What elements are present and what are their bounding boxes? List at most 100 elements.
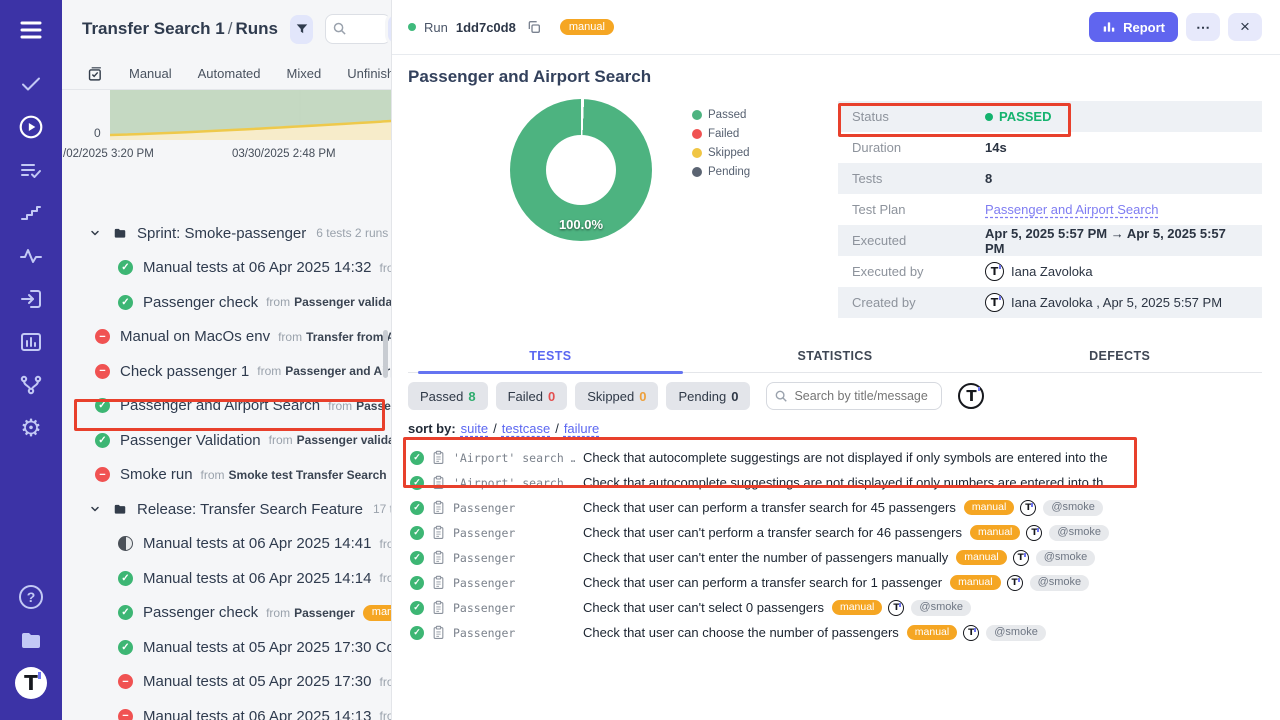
filter-skipped-button[interactable]: Skipped0 bbox=[575, 382, 658, 410]
test-title: Check that autocomplete suggestings are … bbox=[583, 450, 1108, 465]
test-assignee-avatar: T bbox=[1026, 525, 1042, 541]
test-row[interactable]: ✓PassengerCheck that user can choose the… bbox=[408, 620, 1262, 645]
test-manual-badge: manual bbox=[956, 550, 1006, 566]
test-row[interactable]: ✓PassengerCheck that user can't select 0… bbox=[408, 595, 1262, 620]
legend-dot bbox=[692, 148, 702, 158]
import-icon[interactable] bbox=[14, 281, 48, 317]
filter-button[interactable] bbox=[290, 15, 313, 44]
testcase-icon bbox=[432, 550, 445, 565]
passed-status-icon: ✓ bbox=[118, 295, 133, 310]
run-from-word: from bbox=[328, 399, 352, 413]
more-actions-button[interactable]: ⋯ bbox=[1186, 13, 1220, 41]
sort-link-testcase[interactable]: testcase bbox=[502, 421, 550, 436]
select-runs-icon[interactable] bbox=[86, 65, 103, 82]
run-source-suite: Passenger and Airport Searc bbox=[285, 364, 391, 378]
chevron-down-icon[interactable] bbox=[89, 227, 101, 239]
tree-folder-row[interactable]: Sprint: Smoke-passenger6 tests 2 runs bbox=[62, 216, 391, 251]
testcase-icon bbox=[432, 625, 445, 640]
test-plan-link[interactable]: Passenger and Airport Search bbox=[985, 202, 1158, 217]
branch-icon[interactable] bbox=[14, 367, 48, 403]
testomat-logo[interactable]: T bbox=[15, 667, 47, 699]
tree-run-row[interactable]: −Manual tests at 06 Apr 2025 14:13from bbox=[62, 699, 391, 720]
status-dot bbox=[985, 113, 993, 121]
test-row[interactable]: ✓'Airport' search …Check that autocomple… bbox=[408, 470, 1262, 495]
chevron-down-icon[interactable] bbox=[89, 503, 101, 515]
tests-search-input[interactable] bbox=[766, 382, 942, 410]
tree-folder-row[interactable]: Release: Transfer Search Feature17 tests… bbox=[62, 492, 391, 527]
tree-run-row[interactable]: ✓Manual tests at 06 Apr 2025 14:14fromPa… bbox=[62, 561, 391, 596]
test-suite-name: Passenger bbox=[453, 601, 575, 615]
run-body: Passenger and Airport Search 100.0% Pass… bbox=[392, 55, 1280, 720]
close-run-button[interactable]: × bbox=[1228, 13, 1262, 41]
testomat-logo[interactable]: T bbox=[14, 665, 48, 701]
test-row[interactable]: ✓PassengerCheck that user can perform a … bbox=[408, 570, 1262, 595]
assignee-avatar-button[interactable]: T bbox=[958, 383, 984, 409]
tree-run-row[interactable]: −Check passenger 1fromPassenger and Airp… bbox=[62, 354, 391, 389]
tab-tests[interactable]: TESTS bbox=[408, 342, 693, 372]
test-manual-badge: manual bbox=[832, 600, 882, 616]
analytics-icon[interactable] bbox=[14, 324, 48, 360]
run-source-suite: Transfer from Aiport bbox=[306, 330, 391, 344]
help-icon[interactable]: ? bbox=[14, 579, 48, 615]
tree-run-row[interactable]: −Manual tests at 05 Apr 2025 17:30fromTr… bbox=[62, 665, 391, 700]
report-button[interactable]: Report bbox=[1089, 12, 1178, 42]
results-list-icon[interactable] bbox=[14, 152, 48, 188]
filter-failed-button[interactable]: Failed0 bbox=[496, 382, 568, 410]
test-row[interactable]: ✓PassengerCheck that user can't perform … bbox=[408, 520, 1262, 545]
activity-pulse-icon[interactable] bbox=[14, 238, 48, 274]
chart-x-labels: /02/2025 3:20 PM 03/30/2025 2:48 PM bbox=[62, 146, 391, 164]
test-row[interactable]: ✓PassengerCheck that user can perform a … bbox=[408, 495, 1262, 520]
test-tag-smoke: @smoke bbox=[1030, 575, 1090, 591]
test-row[interactable]: ✓PassengerCheck that user can't enter th… bbox=[408, 545, 1262, 570]
runs-tab-automated[interactable]: Automated bbox=[198, 66, 261, 81]
chart-y-zero-label: 0 bbox=[94, 126, 101, 140]
tree-run-row[interactable]: −Smoke runfromSmoke test Transfer Search… bbox=[62, 458, 391, 493]
tree-run-row[interactable]: ✓Manual tests at 06 Apr 2025 14:32fromPa… bbox=[62, 251, 391, 286]
tab-defects[interactable]: DEFECTS bbox=[977, 342, 1262, 372]
tree-run-row[interactable]: ✓Passenger checkfromPassengermanual6 bbox=[62, 596, 391, 631]
info-label: Executed bbox=[852, 233, 985, 248]
menu-icon[interactable] bbox=[14, 12, 48, 48]
info-label: Created by bbox=[852, 295, 985, 310]
tree-run-row[interactable]: Manual tests at 06 Apr 2025 14:41fromTra… bbox=[62, 527, 391, 562]
run-from-word: from bbox=[257, 364, 281, 378]
steps-icon[interactable] bbox=[14, 195, 48, 231]
tree-run-row[interactable]: ✓Passenger ValidationfromPassenger valid… bbox=[62, 423, 391, 458]
run-header: Run 1dd7c0d8 manual Report ⋯ × bbox=[392, 0, 1280, 55]
filter-passed-button[interactable]: Passed8 bbox=[408, 382, 488, 410]
scrollbar-thumb[interactable] bbox=[383, 330, 388, 378]
passed-status-icon: ✓ bbox=[410, 501, 424, 515]
test-row[interactable]: ✓'Airport' search …Check that autocomple… bbox=[408, 445, 1262, 470]
runs-tab-unfinished[interactable]: Unfinished bbox=[347, 66, 392, 81]
filter-pending-button[interactable]: Pending0 bbox=[666, 382, 750, 410]
runs-tab-manual[interactable]: Manual bbox=[129, 66, 172, 81]
sort-separator: / bbox=[555, 421, 559, 436]
tests-check-icon[interactable] bbox=[14, 66, 48, 102]
info-label: Test Plan bbox=[852, 202, 985, 217]
sort-link-failure[interactable]: failure bbox=[564, 421, 599, 436]
breadcrumb: Transfer Search 1/Runs bbox=[82, 19, 278, 39]
tree-run-row[interactable]: ✓Passenger checkfromPassenger validation… bbox=[62, 285, 391, 320]
breadcrumb-project[interactable]: Transfer Search 1 bbox=[82, 19, 225, 38]
gear-glyph: ⚙ bbox=[20, 416, 42, 440]
info-value: Apr 5, 2025 5:57 PM → Apr 5, 2025 5:57 P… bbox=[985, 226, 1248, 256]
info-row-tests: Tests8 bbox=[838, 163, 1262, 194]
tree-run-row[interactable]: ✓Passenger and Airport SearchfromPasseng… bbox=[62, 389, 391, 424]
folder-icon bbox=[112, 502, 128, 516]
folder-icon bbox=[112, 226, 128, 240]
app-root: ⚙ ? T Transfer Search 1/Runs × bbox=[0, 0, 1280, 720]
run-from-word: from bbox=[380, 261, 392, 275]
help-glyph: ? bbox=[19, 585, 43, 609]
docs-folder-icon[interactable] bbox=[14, 622, 48, 658]
tree-run-row[interactable]: ✓Manual tests at 05 Apr 2025 17:30 Copyf… bbox=[62, 630, 391, 665]
tree-run-row[interactable]: −Manual on MacOs envfromTransfer from Ai… bbox=[62, 320, 391, 355]
copy-run-id-button[interactable] bbox=[524, 17, 544, 37]
sort-link-suite[interactable]: suite bbox=[461, 421, 488, 436]
clear-search-button[interactable]: × bbox=[388, 15, 392, 43]
run-play-icon[interactable] bbox=[14, 109, 48, 145]
tab-statistics[interactable]: STATISTICS bbox=[693, 342, 978, 372]
settings-gear-icon[interactable]: ⚙ bbox=[14, 410, 48, 446]
donut-percent-label: 100.0% bbox=[510, 217, 652, 232]
runs-tab-mixed[interactable]: Mixed bbox=[287, 66, 322, 81]
user-avatar: T bbox=[985, 262, 1004, 281]
